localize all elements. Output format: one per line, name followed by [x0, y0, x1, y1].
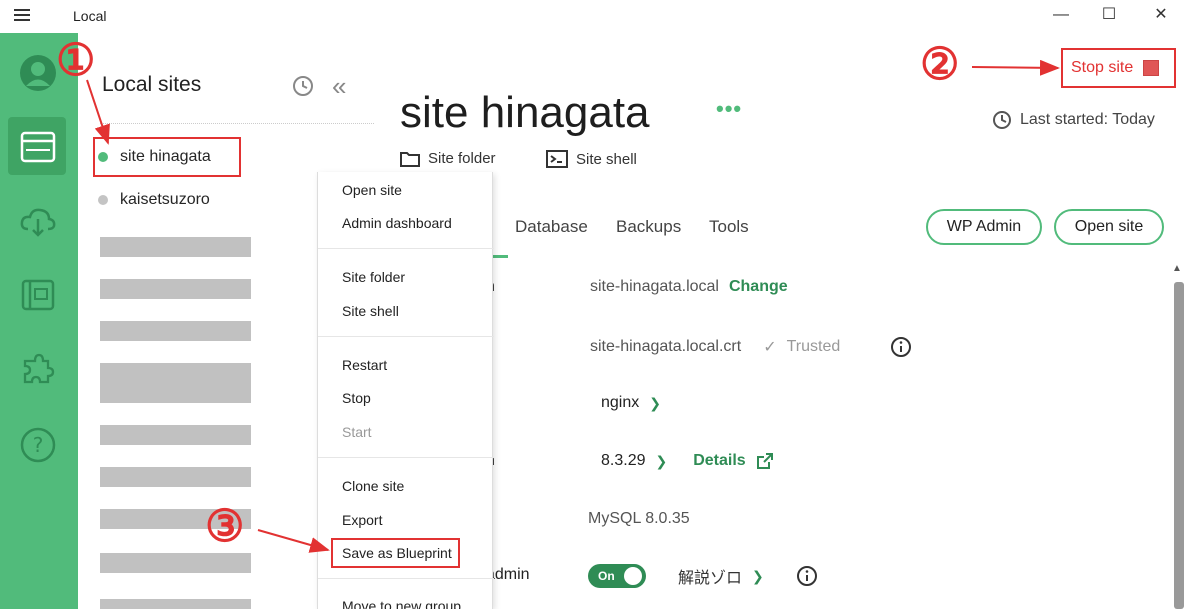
icon-rail: ? [0, 33, 78, 609]
cloud-connect-icon[interactable] [16, 201, 60, 245]
open-site-button[interactable]: Open site [1054, 209, 1164, 245]
redacted-site-item[interactable] [100, 599, 251, 609]
collapse-panel-icon[interactable]: « [332, 71, 346, 102]
domain-value: site-hinagata.local [590, 278, 719, 295]
external-link-icon[interactable] [756, 452, 774, 470]
redacted-site-item[interactable] [100, 553, 251, 573]
redacted-site-item[interactable] [100, 237, 251, 257]
check-icon: ✓ [763, 339, 777, 356]
scrollbar-thumb[interactable] [1174, 282, 1184, 609]
arrow-2 [971, 59, 1060, 76]
more-options-icon[interactable]: ••• [716, 96, 742, 122]
trusted-label: Trusted [786, 338, 841, 355]
annotation-box-site [93, 137, 241, 177]
annotation-number-3: ③ [205, 501, 245, 552]
clock-icon [993, 111, 1011, 129]
menu-item-admin-dashboard[interactable]: Admin dashboard [342, 215, 452, 231]
redacted-site-item[interactable] [100, 467, 251, 487]
redacted-site-item[interactable] [100, 279, 251, 299]
info-icon[interactable] [890, 336, 912, 358]
minimize-button[interactable]: — [1050, 4, 1072, 26]
menu-item-clone-site[interactable]: Clone site [342, 478, 404, 494]
ssl-value: site-hinagata.local.crt [590, 338, 742, 355]
svg-text:?: ? [33, 433, 44, 457]
menu-separator [318, 578, 494, 579]
menu-item-stop[interactable]: Stop [342, 390, 371, 406]
admin-user-value: 解説ゾロ [678, 570, 743, 587]
php-version-value: 8.3.29 [601, 452, 646, 469]
tab-tools[interactable]: Tools [709, 217, 749, 237]
toggle-knob [624, 567, 642, 585]
user-avatar-icon[interactable] [16, 51, 60, 95]
title-bar: Local — ☐ ✕ [0, 0, 1186, 33]
web-server-value: nginx [601, 394, 640, 411]
php-details-link[interactable]: Details [693, 452, 745, 470]
stop-square-icon [1143, 60, 1160, 76]
site-title: site hinagata [400, 88, 650, 137]
menu-item-site-shell[interactable]: Site shell [342, 303, 399, 319]
stop-site-button[interactable]: Stop site [1071, 59, 1160, 77]
site-shell-label: Site shell [576, 150, 637, 168]
terminal-icon [546, 150, 568, 168]
menu-separator [318, 248, 494, 249]
maximize-button[interactable]: ☐ [1098, 4, 1120, 26]
history-clock-icon[interactable] [292, 75, 314, 102]
wp-admin-button[interactable]: WP Admin [926, 209, 1042, 245]
help-icon[interactable]: ? [16, 423, 60, 467]
addons-puzzle-icon[interactable] [16, 347, 60, 391]
web-server-select[interactable]: nginx ❯ [601, 394, 661, 412]
chevron-down-icon[interactable]: ❯ [752, 568, 764, 585]
sites-window-icon[interactable] [16, 125, 60, 169]
site-item-label: kaisetsuzoro [120, 191, 210, 208]
last-started: Last started: Today [992, 110, 1155, 130]
app-title: Local [73, 8, 107, 24]
last-started-text: Last started: Today [1020, 111, 1155, 128]
tab-backups[interactable]: Backups [616, 217, 681, 237]
redacted-site-item[interactable] [100, 383, 251, 403]
database-value: MySQL 8.0.35 [588, 510, 690, 527]
site-folder-link[interactable]: Site folder [400, 150, 496, 167]
close-window-button[interactable]: ✕ [1150, 4, 1172, 26]
menu-item-export[interactable]: Export [342, 512, 382, 528]
annotation-box-blueprint [331, 538, 460, 568]
stop-site-label: Stop site [1071, 59, 1134, 76]
menu-separator [318, 457, 494, 458]
chevron-down-icon: ❯ [649, 394, 661, 411]
menu-separator [318, 336, 494, 337]
hamburger-menu-icon[interactable] [14, 9, 30, 22]
redacted-site-item[interactable] [100, 321, 251, 341]
ssl-row: site-hinagata.local.crt ✓ Trusted [590, 336, 912, 358]
php-version-row: 8.3.29 ❯ Details [601, 452, 774, 470]
change-domain-link[interactable]: Change [729, 278, 788, 296]
redacted-site-item[interactable] [100, 363, 251, 383]
divider [100, 123, 374, 124]
annotation-number-1: ① [56, 35, 96, 86]
stopped-status-icon [98, 195, 108, 205]
site-shell-link[interactable]: Site shell [546, 150, 637, 168]
menu-item-start: Start [342, 424, 372, 440]
one-click-admin-toggle[interactable]: On [588, 564, 646, 588]
admin-row: On 解説ゾロ ❯ [588, 564, 818, 588]
menu-item-move-to-new-group[interactable]: Move to new group [342, 598, 461, 609]
blueprints-icon[interactable] [16, 273, 60, 317]
menu-item-restart[interactable]: Restart [342, 357, 387, 373]
scroll-up-arrow[interactable]: ▲ [1172, 263, 1182, 274]
chevron-down-icon[interactable]: ❯ [655, 453, 667, 470]
site-folder-label: Site folder [428, 150, 496, 167]
info-icon[interactable] [796, 565, 818, 587]
folder-icon [400, 151, 420, 167]
site-item-kaisetsuzoro[interactable]: kaisetsuzoro [98, 191, 210, 209]
menu-item-site-folder[interactable]: Site folder [342, 269, 405, 285]
redacted-site-item[interactable] [100, 425, 251, 445]
toggle-label: On [598, 569, 615, 583]
tab-database[interactable]: Database [515, 217, 588, 237]
domain-row: site-hinagata.local Change [590, 278, 788, 296]
menu-item-open-site[interactable]: Open site [342, 182, 402, 198]
sites-panel-title: Local sites [102, 73, 202, 96]
annotation-number-2: ② [920, 39, 960, 90]
